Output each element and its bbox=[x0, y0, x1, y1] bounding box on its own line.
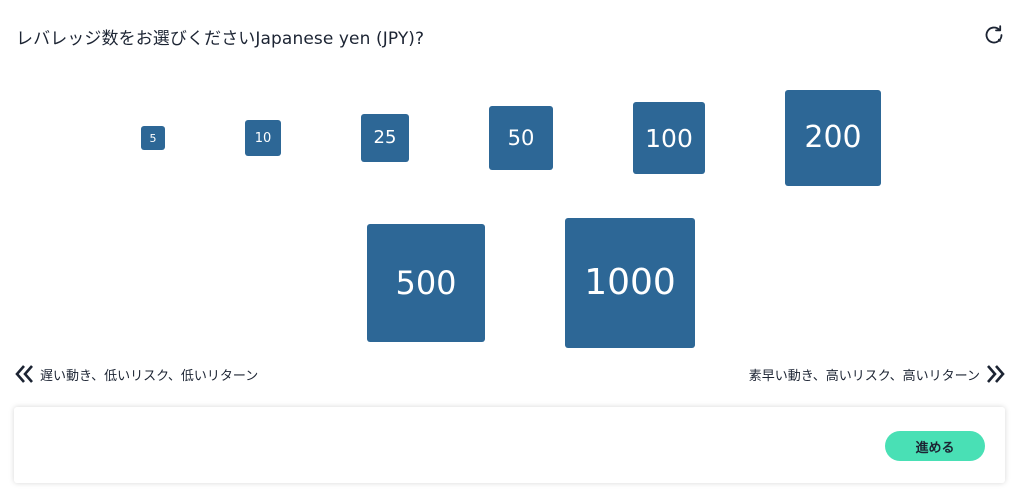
leverage-option-label: 10 bbox=[254, 130, 272, 146]
action-bar: 進める bbox=[14, 407, 1005, 483]
leverage-option-100[interactable]: 100 bbox=[633, 102, 705, 174]
leverage-option-25[interactable]: 25 bbox=[361, 114, 409, 162]
leverage-option-5[interactable]: 5 bbox=[141, 126, 165, 150]
leverage-option-label: 25 bbox=[373, 127, 397, 148]
reset-button[interactable] bbox=[980, 23, 1008, 51]
leverage-option-label: 5 bbox=[149, 131, 157, 145]
refresh-icon bbox=[982, 23, 1006, 51]
leverage-option-label: 50 bbox=[507, 125, 535, 150]
leverage-option-label: 100 bbox=[645, 123, 693, 153]
question-title: レバレッジ数をお選びくださいJapanese yen (JPY)? bbox=[16, 29, 425, 49]
leverage-selection-page: レバレッジ数をお選びくださいJapanese yen (JPY)? 5 10 2… bbox=[0, 0, 1020, 501]
leverage-option-label: 500 bbox=[395, 264, 457, 302]
leverage-option-1000[interactable]: 1000 bbox=[565, 218, 695, 348]
leverage-option-50[interactable]: 50 bbox=[489, 106, 553, 170]
high-risk-label: 素早い動き、高いリスク、高いリターン bbox=[749, 363, 1007, 385]
double-chevron-right-icon bbox=[983, 363, 1007, 385]
leverage-option-10[interactable]: 10 bbox=[245, 120, 281, 156]
leverage-option-500[interactable]: 500 bbox=[367, 224, 485, 342]
low-risk-label: 遅い動き、低いリスク、低いリターン bbox=[13, 363, 258, 385]
low-risk-text: 遅い動き、低いリスク、低いリターン bbox=[40, 368, 259, 384]
leverage-option-label: 200 bbox=[804, 120, 862, 155]
double-chevron-left-icon bbox=[13, 363, 37, 385]
high-risk-text: 素早い動き、高いリスク、高いリターン bbox=[748, 368, 980, 384]
leverage-option-200[interactable]: 200 bbox=[785, 90, 881, 186]
proceed-button[interactable]: 進める bbox=[885, 431, 985, 461]
leverage-option-label: 1000 bbox=[584, 262, 676, 303]
